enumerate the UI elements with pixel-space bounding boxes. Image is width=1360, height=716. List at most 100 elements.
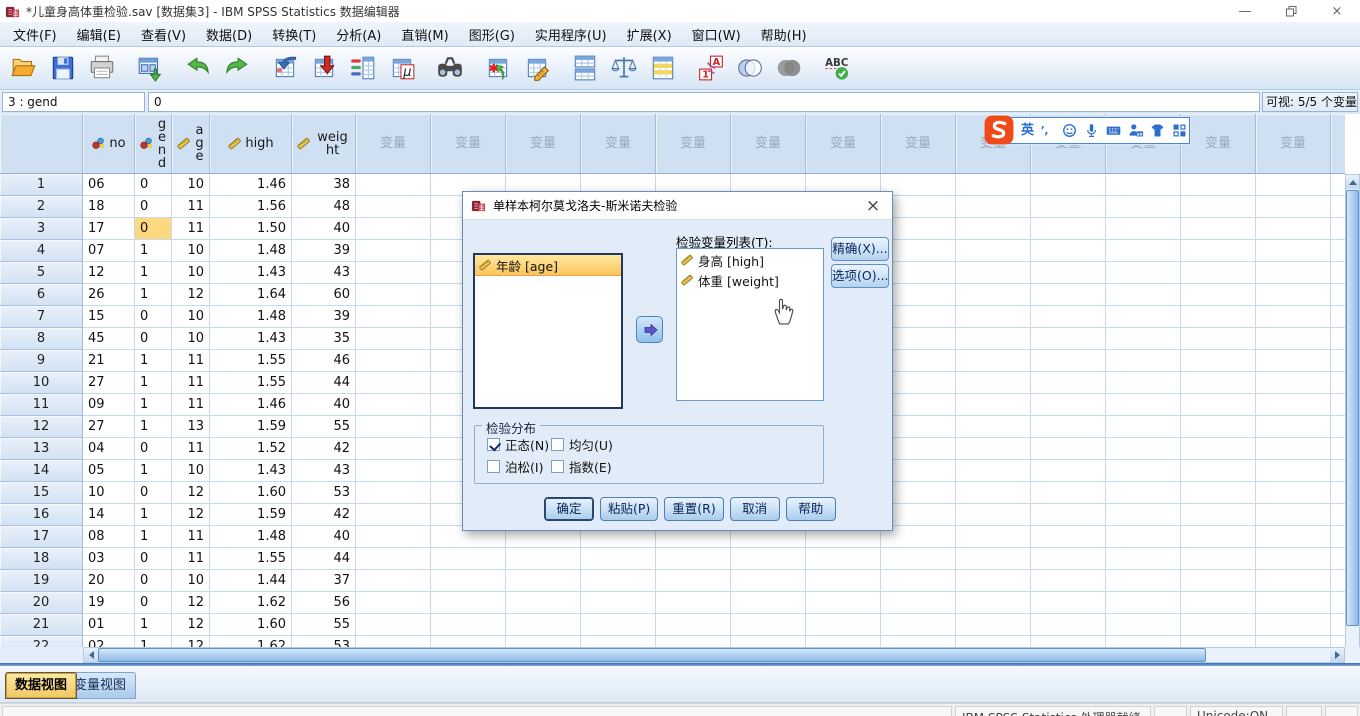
vertical-scroll-thumb[interactable] xyxy=(1346,190,1359,626)
menu-item-10[interactable]: 扩展(X) xyxy=(617,22,682,47)
cell-no-5[interactable]: 12 xyxy=(83,262,135,284)
cell-empty[interactable] xyxy=(1181,394,1256,416)
sogou-id-icon[interactable]: SD xyxy=(1127,122,1144,139)
menu-item-2[interactable]: 编辑(E) xyxy=(67,22,131,47)
cell-empty[interactable] xyxy=(1031,570,1106,592)
cell-no-3[interactable]: 17 xyxy=(83,218,135,240)
cell-empty[interactable] xyxy=(881,614,956,636)
punctuation-icon[interactable]: ’, xyxy=(1039,122,1056,139)
source-variable-list[interactable]: 年龄 [age] xyxy=(473,253,623,409)
exact-button[interactable]: 精确(X)... xyxy=(831,237,889,261)
cell-high-21[interactable]: 1.60 xyxy=(210,614,292,636)
cell-high-4[interactable]: 1.48 xyxy=(210,240,292,262)
horizontal-scroll-thumb[interactable] xyxy=(98,648,1206,662)
cell-empty[interactable] xyxy=(581,614,656,636)
cell-empty[interactable] xyxy=(956,526,1031,548)
cell-empty[interactable] xyxy=(1031,328,1106,350)
cell-empty[interactable] xyxy=(1031,614,1106,636)
emoji-icon[interactable] xyxy=(1061,122,1078,139)
cell-gend-1[interactable]: 0 xyxy=(135,174,172,196)
cell-empty[interactable] xyxy=(1256,262,1331,284)
cell-high-1[interactable]: 1.46 xyxy=(210,174,292,196)
cell-empty[interactable] xyxy=(956,284,1031,306)
cell-empty[interactable] xyxy=(731,548,806,570)
cell-weight-21[interactable]: 55 xyxy=(292,614,356,636)
checkbox-box[interactable] xyxy=(551,460,564,473)
variables-icon[interactable] xyxy=(343,49,382,88)
cell-no-19[interactable]: 20 xyxy=(83,570,135,592)
cell-no-4[interactable]: 07 xyxy=(83,240,135,262)
cell-no-13[interactable]: 04 xyxy=(83,438,135,460)
cancel-button[interactable]: 取消 xyxy=(729,497,780,521)
vertical-scrollbar[interactable] xyxy=(1345,174,1360,663)
reset-button[interactable]: 重置(R) xyxy=(664,497,724,521)
cell-no-21[interactable]: 01 xyxy=(83,614,135,636)
cell-age-11[interactable]: 11 xyxy=(172,394,210,416)
cell-weight-13[interactable]: 42 xyxy=(292,438,356,460)
cell-empty[interactable] xyxy=(956,592,1031,614)
cell-empty[interactable] xyxy=(956,262,1031,284)
cell-age-9[interactable]: 11 xyxy=(172,350,210,372)
cell-empty[interactable] xyxy=(1256,328,1331,350)
column-header-unused[interactable]: 变量 xyxy=(1256,114,1331,174)
scroll-up-button[interactable] xyxy=(1346,175,1359,189)
cell-gend-14[interactable]: 1 xyxy=(135,460,172,482)
cell-empty[interactable] xyxy=(1256,614,1331,636)
cell-no-7[interactable]: 15 xyxy=(83,306,135,328)
cell-age-8[interactable]: 10 xyxy=(172,328,210,350)
cell-empty[interactable] xyxy=(431,570,506,592)
cell-no-17[interactable]: 08 xyxy=(83,526,135,548)
cell-empty[interactable] xyxy=(656,614,731,636)
cell-age-3[interactable]: 11 xyxy=(172,218,210,240)
cell-empty[interactable] xyxy=(1106,460,1181,482)
cell-age-5[interactable]: 10 xyxy=(172,262,210,284)
menu-item-6[interactable]: 分析(A) xyxy=(326,22,391,47)
cell-age-2[interactable]: 11 xyxy=(172,196,210,218)
cell-empty[interactable] xyxy=(1031,394,1106,416)
open-file-icon[interactable] xyxy=(4,49,43,88)
checkbox-box[interactable] xyxy=(487,460,500,473)
cell-gend-20[interactable]: 0 xyxy=(135,592,172,614)
row-header-7[interactable]: 7 xyxy=(0,306,83,328)
cell-empty[interactable] xyxy=(881,570,956,592)
cell-empty[interactable] xyxy=(1031,416,1106,438)
row-header-18[interactable]: 18 xyxy=(0,548,83,570)
column-header-unused[interactable]: 变量 xyxy=(581,114,656,174)
value-labels-icon[interactable]: A1 xyxy=(691,49,730,88)
cell-empty[interactable] xyxy=(956,240,1031,262)
column-header-unused[interactable]: 变量 xyxy=(806,114,881,174)
cell-empty[interactable] xyxy=(1256,218,1331,240)
cell-empty[interactable] xyxy=(1181,548,1256,570)
cell-high-17[interactable]: 1.48 xyxy=(210,526,292,548)
cell-age-13[interactable]: 11 xyxy=(172,438,210,460)
cell-empty[interactable] xyxy=(1331,438,1345,460)
checkbox-均匀(U)[interactable]: 均匀(U) xyxy=(551,435,613,454)
cell-weight-1[interactable]: 38 xyxy=(292,174,356,196)
cell-empty[interactable] xyxy=(956,306,1031,328)
cell-age-14[interactable]: 10 xyxy=(172,460,210,482)
cell-no-16[interactable]: 14 xyxy=(83,504,135,526)
column-header-unused[interactable]: 变量 xyxy=(656,114,731,174)
cell-gend-8[interactable]: 0 xyxy=(135,328,172,350)
column-header-unused[interactable]: 变量 xyxy=(731,114,806,174)
tab-data-view[interactable]: 数据视图 xyxy=(5,672,78,699)
cell-empty[interactable] xyxy=(1106,504,1181,526)
cell-empty[interactable] xyxy=(731,592,806,614)
cell-no-9[interactable]: 21 xyxy=(83,350,135,372)
cell-high-20[interactable]: 1.62 xyxy=(210,592,292,614)
checkbox-box[interactable] xyxy=(487,438,500,451)
cell-empty[interactable] xyxy=(1106,526,1181,548)
column-header-unused[interactable]: 变量 xyxy=(1181,114,1256,174)
cell-weight-8[interactable]: 35 xyxy=(292,328,356,350)
cell-empty[interactable] xyxy=(1331,614,1345,636)
cell-empty[interactable] xyxy=(731,570,806,592)
cell-empty[interactable] xyxy=(1256,196,1331,218)
cell-weight-20[interactable]: 56 xyxy=(292,592,356,614)
cell-empty[interactable] xyxy=(1256,350,1331,372)
cell-empty[interactable] xyxy=(1256,570,1331,592)
cell-empty[interactable] xyxy=(356,240,431,262)
cell-weight-16[interactable]: 42 xyxy=(292,504,356,526)
cell-high-5[interactable]: 1.43 xyxy=(210,262,292,284)
cell-empty[interactable] xyxy=(956,350,1031,372)
column-header-unused[interactable]: 变量 xyxy=(431,114,506,174)
